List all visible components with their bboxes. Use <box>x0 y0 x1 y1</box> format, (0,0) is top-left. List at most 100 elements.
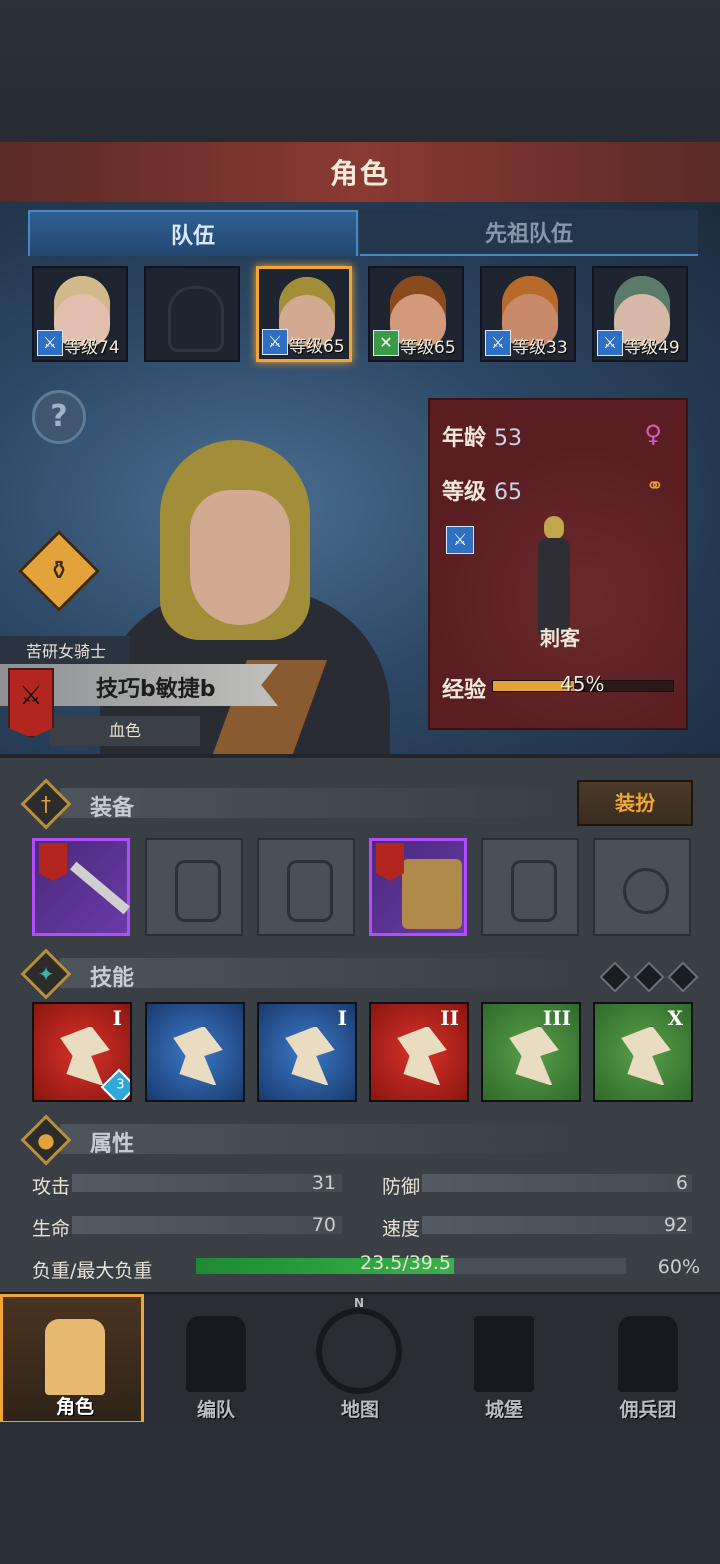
dagger-icon: † <box>20 778 72 830</box>
traits-text: 技巧b敏捷b <box>96 677 216 702</box>
team-member-empty[interactable] <box>144 266 240 362</box>
age-label: 年龄 <box>442 426 487 451</box>
attributes-title: 属性 <box>90 1132 135 1157</box>
hp-label: 生命 <box>32 1218 71 1240</box>
tab-ancestor-team-label: 先祖队伍 <box>484 222 573 247</box>
banner-flag-icon <box>39 843 67 881</box>
skill-2[interactable] <box>145 1002 245 1102</box>
xp-label: 经验 <box>442 678 487 703</box>
header-banner: 角色 <box>0 142 720 204</box>
character-figure <box>534 516 574 638</box>
compass-icon <box>316 1308 402 1394</box>
helmet-slot[interactable] <box>257 838 355 936</box>
details-panel: † 装备 装扮 ✦ 技能 I3 I II III X ● 属性 攻击 31 防御… <box>0 754 720 1298</box>
character-info-card: 年龄 53 ♀ 等级 65 ⚭ ⚔ 刺客 经验 45% <box>428 398 688 730</box>
team-member-3-selected[interactable]: ⚔ 等级65 <box>256 266 352 362</box>
member-level: 等级65 <box>289 337 345 357</box>
dress-up-button[interactable]: 装扮 <box>577 780 693 826</box>
nav-formation[interactable]: 编队 <box>144 1294 288 1424</box>
skill-glyph-icon <box>285 1026 335 1086</box>
nav-character[interactable]: 角色 <box>0 1294 144 1424</box>
speed-value: 92 <box>663 1214 688 1236</box>
attributes-header-bar <box>60 1124 580 1154</box>
skill-5[interactable]: III <box>481 1002 581 1102</box>
tab-team[interactable]: 队伍 <box>28 210 358 256</box>
speed-label: 速度 <box>382 1218 421 1240</box>
skill-6[interactable]: X <box>593 1002 693 1102</box>
xp-row: 经验 <box>442 672 494 704</box>
team-member-5[interactable]: ⚔ 等级33 <box>480 266 576 362</box>
page-title: 角色 <box>329 157 390 190</box>
skills-header-bar <box>60 958 580 988</box>
nav-mercenaries[interactable]: 佣兵团 <box>576 1294 720 1424</box>
helmet-icon <box>287 860 333 922</box>
nav-map[interactable]: N 地图 <box>288 1294 432 1424</box>
weapon-slot[interactable] <box>32 838 131 936</box>
tab-ancestor-team[interactable]: 先祖队伍 <box>360 210 698 256</box>
nav-label: 地图 <box>340 1399 379 1421</box>
skill-glyph-icon <box>397 1026 447 1086</box>
skill-rank: X <box>667 1006 683 1030</box>
skill-rank: III <box>542 1006 571 1030</box>
xp-percent: 45% <box>560 672 605 696</box>
ring-slot[interactable] <box>593 838 691 936</box>
age-row: 年龄 53 <box>442 420 522 452</box>
defense-label: 防御 <box>382 1176 421 1198</box>
character-title: 苦研女骑士 <box>0 636 130 664</box>
rings-icon: ⚭ <box>645 474 664 499</box>
bottom-nav: 角色 编队 N 地图 城堡 佣兵团 <box>0 1292 720 1424</box>
skill-glyph-icon <box>509 1026 559 1086</box>
compass-north: N <box>354 1296 365 1310</box>
shield-slot[interactable] <box>145 838 243 936</box>
team-member-4[interactable]: ✕ 等级65 <box>368 266 464 362</box>
skill-glyph-icon <box>60 1026 110 1086</box>
skill-rank: I <box>337 1006 347 1030</box>
skill-4[interactable]: II <box>369 1002 469 1102</box>
level-value: 65 <box>494 480 523 505</box>
equipment-title: 装备 <box>90 796 135 821</box>
attack-value: 31 <box>311 1172 336 1194</box>
skill-rank: II <box>440 1006 459 1030</box>
class-name: 刺客 <box>540 626 580 650</box>
skill-badge: 3 <box>100 1068 130 1100</box>
sword-icon: ⚔ <box>37 330 63 356</box>
level-row: 等级 65 <box>442 474 522 506</box>
team-member-1[interactable]: ⚔ 等级74 <box>32 266 128 362</box>
bloodline-tag: 血色 <box>50 716 200 746</box>
skill-badge-count: 3 <box>116 1077 125 1093</box>
skill-1[interactable]: I3 <box>32 1002 132 1102</box>
skill-3[interactable]: I <box>257 1002 357 1102</box>
banner-flag-icon: ⚔ <box>8 668 54 738</box>
skill-glyph-icon <box>621 1026 671 1086</box>
star-icon: ✦ <box>20 948 72 1000</box>
team-member-6[interactable]: ⚔ 等级49 <box>592 266 688 362</box>
skill-glyph-icon <box>173 1026 223 1086</box>
attack-label: 攻击 <box>32 1176 71 1198</box>
help-icon[interactable]: ? <box>32 390 86 444</box>
team-portraits: ⚔ 等级74 ⚔ 等级65 ✕ 等级65 ⚔ 等级33 ⚔ 等级49 <box>32 266 692 362</box>
knight-icon <box>45 1319 105 1395</box>
castle-icon <box>474 1316 534 1392</box>
nav-label: 角色 <box>55 1396 94 1418</box>
sword-icon: ⚔ <box>597 330 623 356</box>
hp-value: 70 <box>311 1214 336 1236</box>
bottom-background <box>0 1422 720 1564</box>
hero-face <box>190 490 290 625</box>
diamond-icon <box>599 961 631 993</box>
female-icon: ♀ <box>644 420 662 448</box>
top-background <box>0 0 720 145</box>
tab-team-label: 队伍 <box>170 224 215 249</box>
banner-flag-icon <box>376 843 404 881</box>
ring-icon <box>623 868 669 914</box>
boots-icon <box>511 860 557 922</box>
sword-icon: ⚔ <box>446 526 474 554</box>
skill-slots-indicator <box>599 961 706 993</box>
defense-value: 6 <box>675 1172 688 1194</box>
nav-castle[interactable]: 城堡 <box>432 1294 576 1424</box>
armor-slot[interactable] <box>369 838 467 936</box>
load-percent: 60% <box>657 1256 700 1278</box>
nav-label: 佣兵团 <box>619 1399 677 1421</box>
load-value: 23.5/39.5 <box>360 1252 452 1274</box>
nav-label: 城堡 <box>484 1399 523 1421</box>
boots-slot[interactable] <box>481 838 579 936</box>
